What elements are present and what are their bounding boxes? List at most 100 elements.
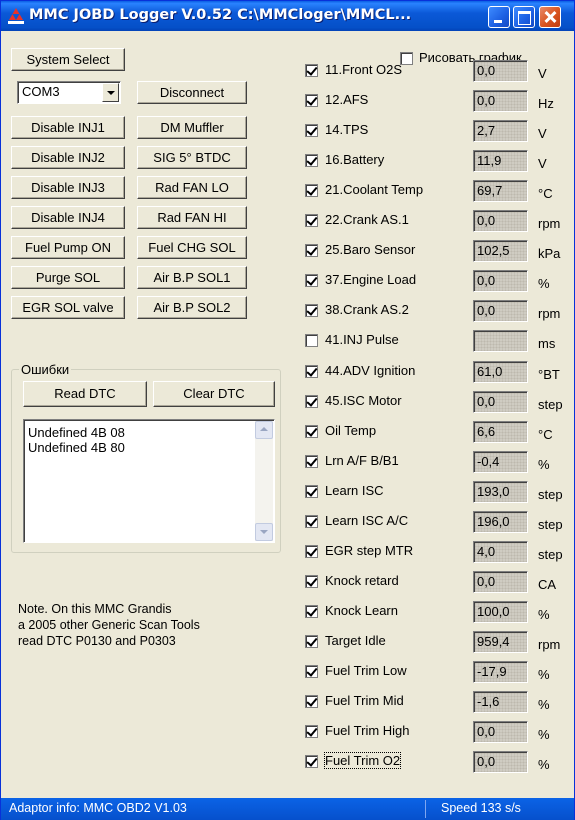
com-port-select[interactable]: COM3 — [17, 81, 121, 104]
sensor-checkbox[interactable] — [305, 184, 318, 197]
sensor-checkbox[interactable] — [305, 635, 318, 648]
sensor-label: Fuel Trim O2 — [323, 752, 402, 769]
sensor-checkbox[interactable] — [305, 605, 318, 618]
sensor-value: 0,0 — [473, 721, 528, 743]
close-button[interactable] — [539, 6, 561, 28]
sensor-label: 16.Battery — [325, 152, 385, 167]
disable-inj3-button[interactable]: Disable INJ3 — [11, 176, 125, 199]
sensor-checkbox[interactable] — [305, 334, 318, 347]
sensor-value: 0,0 — [473, 571, 528, 593]
minimize-button[interactable] — [488, 6, 510, 28]
sensor-value: 0,0 — [473, 751, 528, 773]
sensor-checkbox[interactable] — [305, 545, 318, 558]
sensor-label: Learn ISC — [325, 483, 384, 498]
sensor-checkbox[interactable] — [305, 395, 318, 408]
sensor-label: 14.TPS — [325, 122, 369, 137]
clear-dtc-button[interactable]: Clear DTC — [153, 381, 275, 407]
sensor-checkbox[interactable] — [305, 124, 318, 137]
sensor-value: 0,0 — [473, 300, 528, 322]
sensor-unit: rpm — [538, 637, 561, 652]
sensor-checkbox[interactable] — [305, 485, 318, 498]
sensor-checkbox[interactable] — [305, 154, 318, 167]
dm-muffler-button[interactable]: DM Muffler — [137, 116, 247, 139]
egr-sol-valve-button[interactable]: EGR SOL valve — [11, 296, 125, 319]
disable-inj4-button[interactable]: Disable INJ4 — [11, 206, 125, 229]
sensor-checkbox[interactable] — [305, 365, 318, 378]
sensor-label: 41.INJ Pulse — [325, 332, 399, 347]
sensor-unit: step — [538, 547, 563, 562]
sensor-checkbox[interactable] — [305, 515, 318, 528]
maximize-button[interactable] — [513, 6, 535, 28]
sensor-checkbox[interactable] — [305, 64, 318, 77]
sensor-checkbox[interactable] — [305, 665, 318, 678]
sensor-unit: step — [538, 397, 563, 412]
scroll-up-icon[interactable] — [255, 421, 273, 439]
sensor-unit: CA — [538, 577, 557, 592]
sensor-unit: Hz — [538, 96, 554, 111]
purge-sol-button[interactable]: Purge SOL — [11, 266, 125, 289]
fuel-pump-on-button[interactable]: Fuel Pump ON — [11, 236, 125, 259]
sensor-checkbox[interactable] — [305, 755, 318, 768]
sensor-checkbox[interactable] — [305, 214, 318, 227]
disconnect-button[interactable]: Disconnect — [137, 81, 247, 104]
sensor-checkbox[interactable] — [305, 274, 318, 287]
sensor-unit: % — [538, 757, 550, 772]
sensor-value: 69,7 — [473, 180, 528, 202]
sensor-label: 22.Crank AS.1 — [325, 212, 409, 227]
scroll-down-icon[interactable] — [255, 523, 273, 541]
chevron-down-icon[interactable] — [102, 83, 119, 102]
sensor-value: 4,0 — [473, 541, 528, 563]
vertical-scrollbar[interactable] — [255, 421, 273, 541]
sensor-label: Knock retard — [325, 573, 399, 588]
sensor-value: 0,0 — [473, 210, 528, 232]
list-item[interactable]: Undefined 4B 80 — [28, 440, 125, 455]
sensor-unit: % — [538, 276, 550, 291]
sensor-unit: rpm — [538, 216, 561, 231]
read-dtc-button[interactable]: Read DTC — [23, 381, 147, 407]
sensor-unit: % — [538, 607, 550, 622]
sensor-checkbox[interactable] — [305, 575, 318, 588]
sensor-checkbox[interactable] — [305, 725, 318, 738]
sensor-label: 11.Front O2S — [325, 62, 403, 77]
sensor-unit: ms — [538, 336, 556, 351]
rad-fan-hi-button[interactable]: Rad FAN HI — [137, 206, 247, 229]
list-item[interactable]: Undefined 4B 08 — [28, 425, 125, 440]
sensor-checkbox[interactable] — [305, 244, 318, 257]
app-window: MMC JOBD Logger V.0.52 C:\MMCloger\MMCL.… — [0, 0, 575, 820]
sensor-checkbox[interactable] — [305, 695, 318, 708]
sensor-unit: step — [538, 487, 563, 502]
dtc-list[interactable]: Undefined 4B 08 Undefined 4B 80 — [23, 419, 275, 543]
air-bp-sol1-button[interactable]: Air B.P SOL1 — [137, 266, 247, 289]
sensor-label: Fuel Trim High — [325, 723, 410, 738]
sensor-label: 37.Engine Load — [325, 272, 417, 287]
title-bar[interactable]: MMC JOBD Logger V.0.52 C:\MMCloger\MMCL.… — [1, 1, 574, 31]
disable-inj1-button[interactable]: Disable INJ1 — [11, 116, 125, 139]
sensor-value: 61,0 — [473, 361, 528, 383]
sensor-value: 2,7 — [473, 120, 528, 142]
sensor-value: -1,6 — [473, 691, 528, 713]
sensor-unit: °BT — [538, 367, 560, 382]
sensor-checkbox[interactable] — [305, 425, 318, 438]
note-line: Note. On this MMC Grandis — [18, 602, 172, 616]
sensor-value: 193,0 — [473, 481, 528, 503]
sensor-label: Knock Learn — [325, 603, 398, 618]
sig-5-btdc-button[interactable]: SIG 5° BTDC — [137, 146, 247, 169]
air-bp-sol2-button[interactable]: Air B.P SOL2 — [137, 296, 247, 319]
disable-inj2-button[interactable]: Disable INJ2 — [11, 146, 125, 169]
sensor-checkbox[interactable] — [305, 94, 318, 107]
sensor-label: EGR step MTR — [325, 543, 414, 558]
note-line: read DTC P0130 and P0303 — [18, 634, 176, 648]
sensor-value: 6,6 — [473, 421, 528, 443]
sensor-value: 0,0 — [473, 391, 528, 413]
sensor-label: 25.Baro Sensor — [325, 242, 416, 257]
sensor-value: 0,0 — [473, 90, 528, 112]
sensor-unit: % — [538, 457, 550, 472]
sensor-checkbox[interactable] — [305, 455, 318, 468]
system-select-button[interactable]: System Select — [11, 48, 125, 71]
rad-fan-lo-button[interactable]: Rad FAN LO — [137, 176, 247, 199]
fuel-chg-sol-button[interactable]: Fuel CHG SOL — [137, 236, 247, 259]
sensor-label: Oil Temp — [325, 423, 377, 438]
sensor-checkbox[interactable] — [305, 304, 318, 317]
app-logo-icon — [8, 8, 24, 24]
sensor-label: 45.ISC Motor — [325, 393, 402, 408]
